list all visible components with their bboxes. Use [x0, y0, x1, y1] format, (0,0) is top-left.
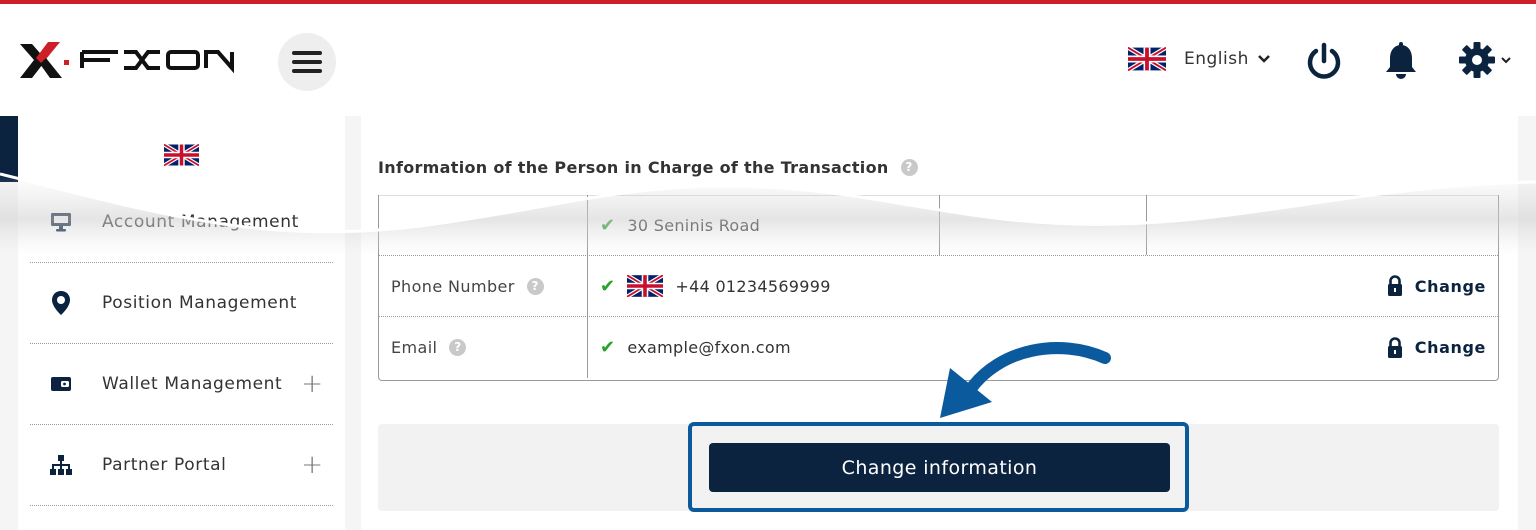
- language-label: English: [1184, 49, 1249, 69]
- change-phone-button[interactable]: Change: [1387, 256, 1486, 316]
- power-icon[interactable]: [1305, 42, 1343, 80]
- cell-divider: [1146, 195, 1147, 255]
- sidebar-item-label: Partner Portal: [102, 455, 227, 475]
- sidebar-item-account-management[interactable]: Account Management: [30, 182, 333, 263]
- table-row-address: ✔ 30 Seninis Road: [379, 195, 1498, 256]
- sidebar-item-label: Account Management: [102, 212, 299, 232]
- table-label-cell: [379, 195, 588, 255]
- uk-flag-icon: [1128, 47, 1166, 71]
- expand-plus-icon[interactable]: +: [301, 371, 323, 397]
- monitor-icon: [44, 211, 78, 233]
- table-value-cell: ✔ +44 01234569999: [588, 256, 831, 316]
- change-label: Change: [1414, 276, 1486, 296]
- wallet-icon: [44, 375, 78, 393]
- check-icon: ✔: [600, 275, 616, 297]
- sidebar-item-partner-portal[interactable]: Partner Portal +: [30, 425, 333, 506]
- help-icon[interactable]: ?: [900, 159, 918, 176]
- check-icon: ✔: [600, 214, 616, 236]
- sidebar-item-label: Position Management: [102, 293, 297, 313]
- help-icon[interactable]: ?: [526, 277, 544, 295]
- section-title: Information of the Person in Charge of t…: [378, 158, 918, 177]
- phone-value: +44 01234569999: [675, 276, 831, 296]
- sidebar-item-label: Wallet Management: [102, 374, 283, 394]
- pointer-arrow-icon: [940, 342, 1111, 418]
- expand-plus-icon[interactable]: +: [301, 452, 323, 478]
- cell-divider: [939, 195, 940, 255]
- sidebar-accent: [0, 116, 18, 182]
- change-email-button[interactable]: Change: [1387, 317, 1486, 378]
- sidebar: Account Management Position Management W…: [18, 116, 345, 530]
- email-label: Email: [391, 338, 438, 357]
- uk-flag-icon: [627, 275, 664, 297]
- table-label-cell: Email ?: [379, 317, 588, 378]
- settings-menu[interactable]: [1458, 41, 1512, 79]
- lock-icon: [1387, 275, 1402, 296]
- language-selector[interactable]: English: [1128, 47, 1271, 71]
- help-icon[interactable]: ?: [449, 339, 467, 356]
- org-chart-icon: [44, 454, 78, 476]
- lock-icon: [1387, 336, 1402, 358]
- uk-flag-icon[interactable]: [164, 144, 199, 166]
- sidebar-item-position-management[interactable]: Position Management: [30, 263, 333, 344]
- chevron-down-icon: [1501, 57, 1511, 64]
- menu-toggle-button[interactable]: [278, 33, 336, 91]
- change-label: Change: [1414, 338, 1486, 357]
- sidebar-item-wallet-management[interactable]: Wallet Management +: [30, 344, 333, 425]
- fxon-logo[interactable]: [18, 38, 238, 84]
- location-pin-icon: [44, 290, 78, 316]
- check-icon: ✔: [600, 337, 616, 358]
- bell-icon[interactable]: [1384, 42, 1418, 80]
- table-value-cell: ✔ example@fxon.com: [588, 317, 791, 378]
- header: English: [0, 4, 1536, 116]
- change-information-button[interactable]: Change information: [709, 443, 1170, 492]
- table-label-cell: Phone Number ?: [379, 256, 588, 316]
- hamburger-icon: [292, 51, 322, 73]
- table-row-phone: Phone Number ? ✔ +44 01234569999 Change: [379, 256, 1498, 317]
- table-value-cell: ✔ 30 Seninis Road: [588, 195, 760, 255]
- gear-icon: [1459, 42, 1495, 78]
- chevron-down-icon: [1258, 55, 1270, 63]
- section-title-text: Information of the Person in Charge of t…: [378, 158, 889, 177]
- address-value: 30 Seninis Road: [627, 215, 761, 235]
- email-value: example@fxon.com: [627, 338, 791, 357]
- phone-label: Phone Number: [391, 276, 515, 296]
